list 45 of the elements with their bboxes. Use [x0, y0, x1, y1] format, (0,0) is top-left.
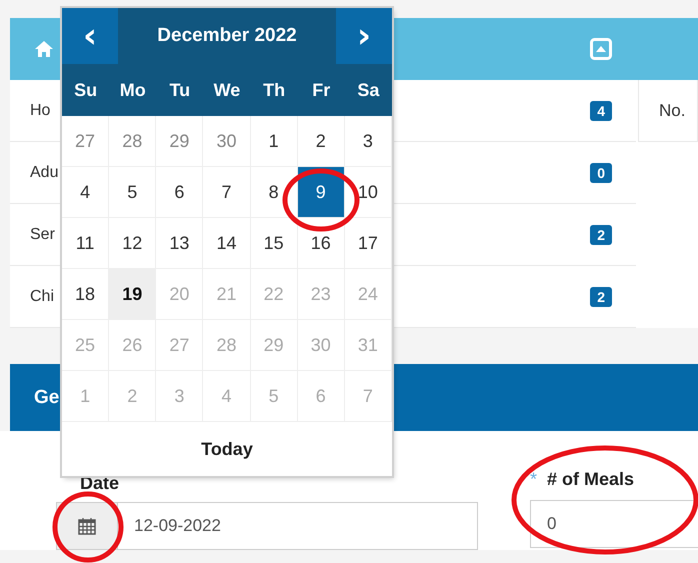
- count-badge: 2: [590, 286, 612, 306]
- count-badge: 4: [590, 100, 612, 120]
- section-title: Ge: [34, 386, 60, 408]
- month-title[interactable]: December 2022: [118, 8, 336, 64]
- next-month-button[interactable]: ›: [336, 8, 392, 64]
- date-field[interactable]: 12-09-2022: [118, 502, 478, 550]
- today-button[interactable]: Today: [62, 422, 392, 476]
- calendar-day[interactable]: 5: [109, 167, 156, 218]
- calendar-day[interactable]: 14: [203, 218, 251, 269]
- calendar-day[interactable]: 11: [62, 218, 110, 269]
- meals-field[interactable]: 0: [530, 500, 698, 548]
- weekday-label: Th: [262, 80, 286, 100]
- weekday-label: Mo: [118, 80, 147, 100]
- count-badge: 2: [590, 224, 612, 244]
- row-label: Ser: [30, 226, 55, 244]
- calendar-day[interactable]: 28: [109, 116, 156, 167]
- calendar-day[interactable]: 19: [109, 269, 156, 320]
- calendar-day[interactable]: 16: [298, 218, 345, 269]
- calendar-day[interactable]: 4: [62, 167, 110, 218]
- required-mark: *: [530, 469, 538, 490]
- previous-month-button[interactable]: ‹: [62, 8, 118, 64]
- home-icon: [34, 40, 54, 58]
- calendar-icon: [78, 517, 96, 535]
- calendar-day[interactable]: 3: [344, 116, 392, 167]
- row-label: Ho: [30, 102, 50, 120]
- calendar-day[interactable]: 29: [156, 116, 204, 167]
- calendar-day[interactable]: 27: [62, 116, 110, 167]
- count-badge: 0: [590, 162, 612, 182]
- calendar-day[interactable]: 15: [250, 218, 298, 269]
- weekday-label: Su: [73, 80, 98, 100]
- weekday-label: Tu: [168, 80, 192, 100]
- weekday-label: We: [212, 80, 242, 100]
- row-label: Adu: [30, 164, 58, 182]
- field-label: # of Meals: [547, 469, 634, 490]
- calendar-day[interactable]: 7: [203, 167, 251, 218]
- calendar-day[interactable]: 17: [344, 218, 392, 269]
- calendar-day[interactable]: 6: [156, 167, 204, 218]
- side-label: No.: [659, 100, 686, 120]
- row-label: Chi: [30, 288, 54, 306]
- weekday-label: Fr: [311, 80, 332, 100]
- calendar-day[interactable]: 13: [156, 218, 204, 269]
- calendar-day[interactable]: 10: [344, 167, 392, 218]
- calendar-day[interactable]: 30: [203, 116, 251, 167]
- calendar-day[interactable]: 1: [250, 116, 298, 167]
- weekday-label: Sa: [356, 80, 380, 100]
